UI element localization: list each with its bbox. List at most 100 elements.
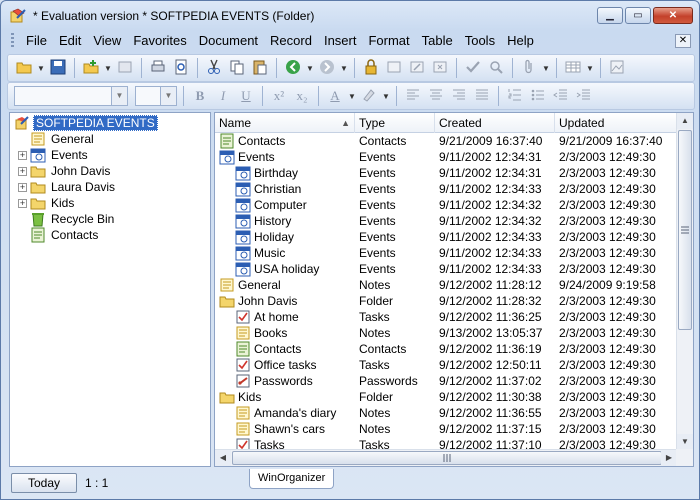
table-dropdown[interactable]: ▼: [586, 64, 594, 73]
tree-item-kids[interactable]: + Kids: [18, 195, 76, 211]
back-button[interactable]: [283, 58, 303, 78]
mdi-close-button[interactable]: ✕: [675, 34, 691, 48]
font-color-button[interactable]: A: [325, 88, 345, 104]
table-row[interactable]: Office tasks Tasks 9/12/2002 12:50:11 2/3/2…: [215, 357, 677, 373]
copy-button[interactable]: [227, 58, 247, 78]
minimize-button[interactable]: ▁: [597, 7, 623, 24]
scroll-up-icon[interactable]: ▲: [677, 113, 693, 129]
table-row[interactable]: John Davis Folder 9/12/2002 11:28:32 2/3/20…: [215, 293, 677, 309]
table-row[interactable]: Events Events 9/11/2002 12:34:31 2/3/2003 1…: [215, 149, 677, 165]
maximize-button[interactable]: ▭: [625, 7, 651, 24]
attachment-dropdown[interactable]: ▼: [542, 64, 550, 73]
decrease-indent-button[interactable]: [551, 86, 571, 106]
table-row[interactable]: Birthday Events 9/11/2002 12:34:31 2/3/2003…: [215, 165, 677, 181]
print-button[interactable]: [148, 58, 168, 78]
align-right-button[interactable]: [449, 86, 469, 106]
font-size-combo[interactable]: ▼: [135, 86, 177, 106]
tree-item-john-davis[interactable]: + John Davis: [18, 163, 112, 179]
open-dropdown[interactable]: ▼: [37, 64, 45, 73]
check-button[interactable]: [463, 58, 483, 78]
menu-insert[interactable]: Insert: [318, 32, 363, 50]
table-row[interactable]: Contacts Contacts 9/21/2009 16:37:40 9/21/2…: [215, 133, 677, 149]
horizontal-scroll-thumb[interactable]: [232, 451, 662, 465]
table-row[interactable]: Passwords Passwords 9/12/2002 11:37:02 2/3/…: [215, 373, 677, 389]
tab-winorganizer[interactable]: WinOrganizer: [249, 469, 335, 489]
table-row[interactable]: At home Tasks 9/12/2002 11:36:25 2/3/2003 1…: [215, 309, 677, 325]
scroll-right-icon[interactable]: ▶: [661, 450, 677, 466]
new-item-button[interactable]: [81, 58, 101, 78]
expand-icon[interactable]: +: [18, 150, 27, 160]
highlight-button[interactable]: [359, 86, 379, 106]
tree-item-laura-davis[interactable]: + Laura Davis: [18, 179, 117, 195]
table-row[interactable]: Amanda's diary Notes 9/12/2002 11:36:55 2/3…: [215, 405, 677, 421]
tree-root[interactable]: SOFTPEDIA EVENTS: [14, 115, 158, 131]
table-row[interactable]: Christian Events 9/11/2002 12:34:33 2/3/200…: [215, 181, 677, 197]
paste-button[interactable]: [250, 58, 270, 78]
table-row[interactable]: USA holiday Events 9/11/2002 12:34:33 2/3/2…: [215, 261, 677, 277]
vertical-scroll-thumb[interactable]: [678, 130, 692, 330]
remove-button[interactable]: [430, 58, 450, 78]
menu-favorites[interactable]: Favorites: [127, 32, 192, 50]
cut-button[interactable]: [204, 58, 224, 78]
close-button[interactable]: ✕: [653, 7, 693, 24]
open-button[interactable]: [14, 58, 34, 78]
edit-button[interactable]: [407, 58, 427, 78]
increase-indent-button[interactable]: [574, 86, 594, 106]
menu-document[interactable]: Document: [193, 32, 264, 50]
menu-record[interactable]: Record: [264, 32, 318, 50]
print-preview-button[interactable]: [171, 58, 191, 78]
scroll-down-icon[interactable]: ▼: [677, 434, 693, 450]
forward-dropdown[interactable]: ▼: [340, 64, 348, 73]
menu-edit[interactable]: Edit: [53, 32, 87, 50]
horizontal-scrollbar[interactable]: ◀ ▶: [215, 449, 677, 466]
menu-help[interactable]: Help: [501, 32, 540, 50]
menu-tools[interactable]: Tools: [459, 32, 501, 50]
table-button[interactable]: [563, 58, 583, 78]
attachment-button[interactable]: [519, 58, 539, 78]
expand-icon[interactable]: +: [18, 166, 27, 176]
align-left-button[interactable]: [403, 86, 423, 106]
menu-file[interactable]: File: [20, 32, 53, 50]
new-item-dropdown[interactable]: ▼: [104, 64, 112, 73]
spellcheck-button[interactable]: [486, 58, 506, 78]
tree-item-contacts[interactable]: Contacts: [18, 227, 100, 243]
vertical-scrollbar[interactable]: ▲ ▼: [676, 113, 693, 450]
expand-icon[interactable]: +: [18, 198, 27, 208]
table-row[interactable]: Books Notes 9/13/2002 13:05:37 2/3/2003 12:…: [215, 325, 677, 341]
table-row[interactable]: Computer Events 9/11/2002 12:34:32 2/3/2003…: [215, 197, 677, 213]
table-row[interactable]: Music Events 9/11/2002 12:34:33 2/3/2003 12…: [215, 245, 677, 261]
table-row[interactable]: Shawn's cars Notes 9/12/2002 11:37:15 2/3/2…: [215, 421, 677, 437]
tree-item-general[interactable]: General: [18, 131, 96, 147]
today-button[interactable]: Today: [11, 473, 77, 493]
column-header-created[interactable]: Created: [435, 113, 555, 133]
menu-format[interactable]: Format: [362, 32, 415, 50]
tree-item-recycle-bin[interactable]: Recycle Bin: [18, 211, 116, 227]
column-header-updated[interactable]: Updated: [555, 113, 677, 133]
subscript-button[interactable]: x₂: [292, 88, 312, 104]
forward-button[interactable]: [317, 58, 337, 78]
image-button[interactable]: [607, 58, 627, 78]
font-color-dropdown[interactable]: ▼: [348, 92, 356, 101]
superscript-button[interactable]: x²: [269, 88, 289, 104]
table-row[interactable]: Kids Folder 9/12/2002 11:30:38 2/3/2003 12:…: [215, 389, 677, 405]
column-header-type[interactable]: Type: [355, 113, 435, 133]
attach-button[interactable]: [384, 58, 404, 78]
table-row[interactable]: Contacts Contacts 9/12/2002 11:36:19 2/3/20…: [215, 341, 677, 357]
underline-button[interactable]: U: [236, 88, 256, 104]
tree-item-events[interactable]: + Events: [18, 147, 90, 163]
italic-button[interactable]: I: [213, 88, 233, 104]
column-header-name[interactable]: Name ▲: [215, 113, 355, 133]
table-row[interactable]: General Notes 9/12/2002 11:28:12 9/24/2009 …: [215, 277, 677, 293]
bullet-list-button[interactable]: [528, 86, 548, 106]
font-name-combo[interactable]: ▼: [14, 86, 128, 106]
table-row[interactable]: History Events 9/11/2002 12:34:32 2/3/2003 …: [215, 213, 677, 229]
scroll-left-icon[interactable]: ◀: [215, 450, 231, 466]
expand-icon[interactable]: +: [18, 182, 27, 192]
numbered-list-button[interactable]: [505, 86, 525, 106]
save-button[interactable]: [48, 58, 68, 78]
menu-grip[interactable]: [11, 33, 14, 49]
justify-button[interactable]: [472, 86, 492, 106]
menu-table[interactable]: Table: [416, 32, 459, 50]
menu-view[interactable]: View: [87, 32, 127, 50]
lock-button[interactable]: [361, 58, 381, 78]
